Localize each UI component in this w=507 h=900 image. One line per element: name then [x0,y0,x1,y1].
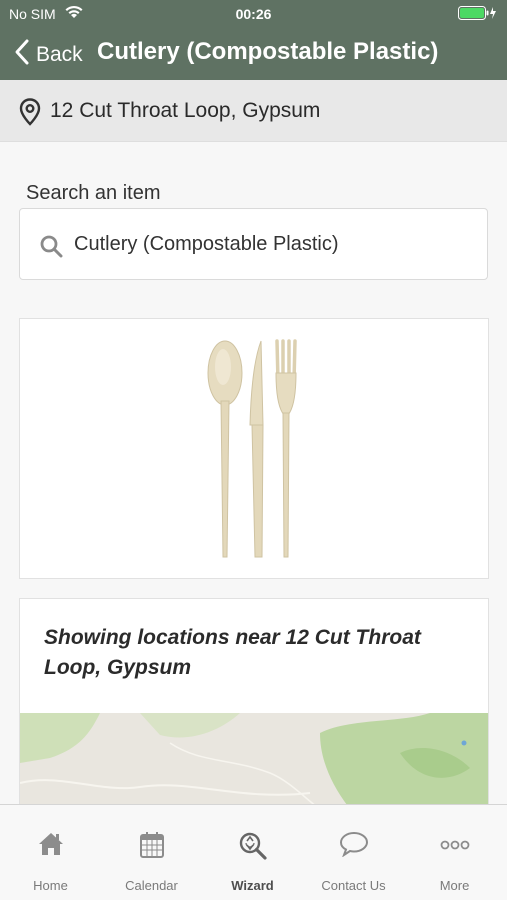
map-view[interactable] [20,713,489,808]
home-icon [0,831,101,859]
battery-icon [458,6,498,20]
item-image-card [19,318,489,579]
locations-card: Showing locations near 12 Cut Throat Loo… [19,598,489,808]
search-box[interactable] [19,208,488,280]
chevron-left-icon [14,38,30,71]
tab-label: Contact Us [321,878,386,893]
tab-label: Wizard [231,878,274,893]
cutlery-image [207,339,297,558]
search-icon [39,234,63,263]
tab-contact-us[interactable]: Contact Us [303,805,404,900]
tab-calendar[interactable]: Calendar [101,805,202,900]
back-button[interactable]: Back [14,38,83,71]
locations-heading: Showing locations near 12 Cut Throat Loo… [44,626,421,679]
clock: 00:26 [235,6,272,22]
tab-label: More [439,878,470,893]
tab-bar: Home Calendar Wizard Contact Us More [0,804,507,900]
wizard-icon [202,831,303,860]
map-pin-icon [19,98,41,131]
search-input[interactable] [74,227,474,261]
status-bar: No SIM 00:26 [0,0,507,28]
speech-bubble-icon [303,831,404,859]
calendar-icon [101,831,202,859]
more-icon [404,831,505,859]
location-address: 12 Cut Throat Loop, Gypsum [50,99,321,122]
tab-label: Home [33,878,68,893]
tab-home[interactable]: Home [0,805,101,900]
back-label: Back [36,42,83,66]
tab-label: Calendar [125,878,178,893]
tab-wizard[interactable]: Wizard [202,805,303,900]
location-bar[interactable]: 12 Cut Throat Loop, Gypsum [0,80,507,142]
tab-more[interactable]: More [404,805,505,900]
page-title: Cutlery (Compostable Plastic) [97,38,439,65]
search-label: Search an item [26,182,161,204]
navigation-bar: Back Cutlery (Compostable Plastic) [0,28,507,80]
